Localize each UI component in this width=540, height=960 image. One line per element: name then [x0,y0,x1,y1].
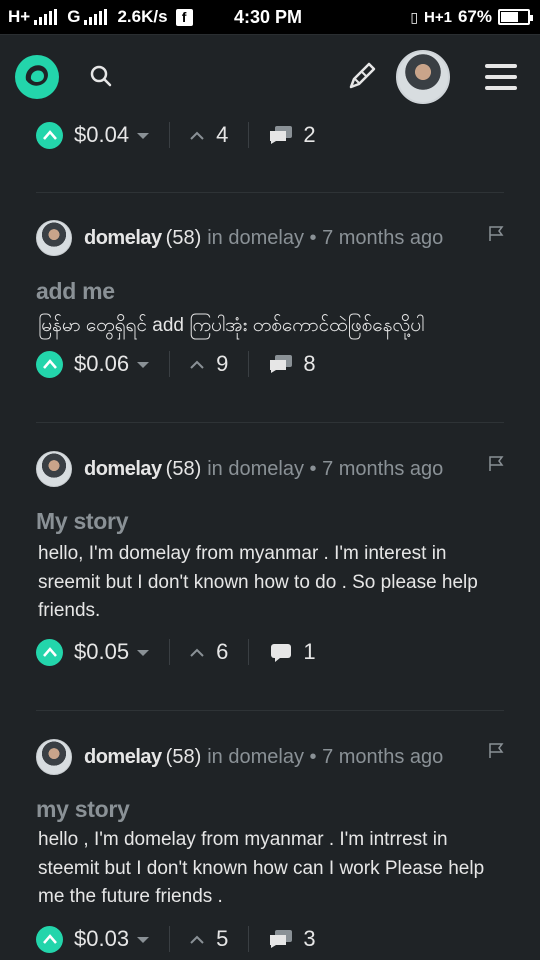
votes-value: 5 [216,926,229,951]
post-body[interactable]: မြန်မာ တွေရှိရင် add ကြပါအုံး တစ်ကောင်ထဲ… [38,312,498,341]
author-avatar[interactable] [36,451,72,487]
votes-value: 6 [216,639,229,664]
signal-icon [34,9,58,25]
chevron-down-icon[interactable] [137,650,150,656]
comment-count[interactable]: 1 [269,639,316,665]
caret-up-icon [190,935,204,944]
flag-icon[interactable] [488,226,504,242]
caret-up-icon [190,131,204,140]
post-body[interactable]: hello , I'm domelay from myanmar . I'm i… [38,826,498,912]
comments-icon [271,644,292,662]
votes-value: 9 [216,351,229,376]
vote-count[interactable]: 5 [190,926,228,952]
divider [169,926,171,952]
search-icon[interactable] [88,63,114,89]
post-actions: $0.05 6 1 [36,635,316,669]
comments-value: 3 [303,926,316,951]
comments-icon [270,355,293,373]
upvote-icon[interactable] [36,350,63,378]
divider [169,122,171,148]
post-actions: $0.04 4 2 [36,118,316,152]
payout-amount[interactable]: $0.04 [74,122,129,148]
divider [248,122,250,148]
author-name[interactable]: domelay [84,227,162,250]
divider [248,926,250,952]
vote-count[interactable]: 9 [190,351,228,377]
author-name[interactable]: domelay [84,458,162,481]
post-meta[interactable]: in domelay • 7 months ago [207,227,443,250]
comments-value: 8 [303,351,316,376]
divider [169,351,171,377]
facebook-icon: f [175,8,193,26]
caret-up-icon [190,360,204,369]
app-header [0,34,540,118]
votes-value: 4 [216,122,229,147]
payout-amount[interactable]: $0.06 [74,351,129,377]
payout-amount[interactable]: $0.05 [74,639,129,665]
battery-icon [498,9,533,25]
author-reputation: (58) [165,457,202,480]
post-divider [36,192,504,193]
divider [248,351,250,377]
pencil-icon[interactable] [345,59,379,93]
post-actions: $0.06 9 8 [36,347,316,381]
post-title[interactable]: my story [36,796,130,823]
vibrate-icon: ▯ [410,8,419,25]
vote-count[interactable]: 4 [190,122,228,148]
post-divider [36,710,504,711]
author-reputation: (58) [165,745,202,768]
chevron-down-icon[interactable] [137,937,150,943]
post-title[interactable]: My story [36,508,128,535]
flag-icon[interactable] [488,456,504,472]
comments-value: 2 [303,122,316,147]
divider [248,639,250,665]
post-meta[interactable]: in domelay • 7 months ago [207,746,443,769]
post-header: domelay (58) in domelay • 7 months ago [36,451,443,487]
post-header: domelay (58) in domelay • 7 months ago [36,739,443,775]
chevron-down-icon[interactable] [137,362,150,368]
user-avatar[interactable] [396,50,450,104]
post-header: domelay (58) in domelay • 7 months ago [36,220,443,256]
author-avatar[interactable] [36,739,72,775]
clock: 4:30 PM [234,7,303,27]
hamburger-icon[interactable] [485,64,517,90]
comment-count[interactable]: 2 [269,122,316,148]
steemit-logo-icon[interactable] [14,54,60,100]
network-type-3: H+1 [424,8,452,26]
author-avatar[interactable] [36,220,72,256]
battery-percent: 67% [457,7,492,26]
author-name[interactable]: domelay [84,746,162,769]
divider [169,639,171,665]
comments-value: 1 [303,639,316,664]
signal-icon-2 [84,9,108,25]
comments-icon [270,930,293,948]
comments-icon [270,126,293,144]
post-divider [36,422,504,423]
payout-amount[interactable]: $0.03 [74,926,129,952]
upvote-icon[interactable] [36,925,63,953]
caret-up-icon [190,648,204,657]
comment-count[interactable]: 8 [269,351,316,377]
upvote-icon[interactable] [36,638,63,666]
network-type-1: H+ [8,7,31,26]
net-speed: 2.6K/s [117,7,168,26]
network-type-2: G [67,7,81,26]
author-reputation: (58) [165,226,202,249]
comment-count[interactable]: 3 [269,926,316,952]
post-body[interactable]: hello, I'm domelay from myanmar . I'm in… [38,540,498,626]
post-actions: $0.03 5 3 [36,922,316,956]
vote-count[interactable]: 6 [190,639,228,665]
post-meta[interactable]: in domelay • 7 months ago [207,458,443,481]
status-bar: H+ G 2.6K/s f 4:30 PM ▯ H+1 67% [0,0,540,34]
chevron-down-icon[interactable] [137,133,150,139]
flag-icon[interactable] [488,743,504,759]
upvote-icon[interactable] [36,121,63,149]
post-title[interactable]: add me [36,278,115,305]
